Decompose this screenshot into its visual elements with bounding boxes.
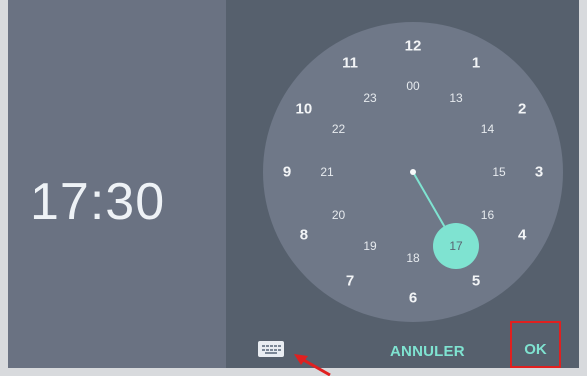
hour-option[interactable]: 15	[492, 165, 505, 179]
time-picker-dialog: 17:30 12 1 2 3 4 5 6 7 8 9 10 11 00 13 14 15 16 17 18 19 20 2…	[8, 0, 579, 368]
ok-button[interactable]: OK	[510, 321, 561, 368]
hour-option[interactable]: 9	[283, 164, 291, 181]
hour-option[interactable]: 23	[363, 91, 376, 105]
clock-center-dot	[410, 169, 416, 175]
hour-option[interactable]: 5	[472, 273, 480, 290]
hour-option[interactable]: 11	[342, 54, 358, 71]
hour-option[interactable]: 22	[332, 122, 345, 136]
hour-option[interactable]: 1	[472, 54, 480, 71]
selected-time-display[interactable]: 17:30	[30, 172, 165, 232]
hour-option[interactable]: 16	[481, 208, 494, 222]
ok-button-label: OK	[524, 341, 547, 358]
hour-option[interactable]: 10	[296, 101, 313, 118]
hour-option[interactable]: 13	[449, 91, 462, 105]
clock-panel: 12 1 2 3 4 5 6 7 8 9 10 11 00 13 14 15 16 17 18 19 20 21 22 23	[226, 0, 579, 368]
hour-option[interactable]: 7	[346, 273, 354, 290]
hour-option[interactable]: 18	[406, 251, 419, 265]
hour-option[interactable]: 19	[363, 239, 376, 253]
hour-option[interactable]: 3	[535, 164, 543, 181]
cancel-button[interactable]: ANNULER	[390, 343, 465, 360]
hour-option[interactable]: 2	[518, 101, 526, 118]
hour-option[interactable]: 8	[300, 227, 308, 244]
hour-option[interactable]: 17	[449, 239, 462, 253]
hour-option[interactable]: 14	[481, 122, 494, 136]
hour-option[interactable]: 12	[405, 38, 422, 55]
hour-option[interactable]: 00	[406, 79, 419, 93]
keyboard-icon[interactable]	[258, 341, 284, 357]
annotation-arrow-icon	[294, 354, 331, 376]
clock-face[interactable]: 12 1 2 3 4 5 6 7 8 9 10 11 00 13 14 15 16 17 18 19 20 21 22 23	[263, 22, 563, 322]
hour-option[interactable]: 4	[518, 227, 526, 244]
time-header-panel: 17:30	[8, 0, 226, 368]
hour-option[interactable]: 6	[409, 290, 417, 307]
hour-option[interactable]: 20	[332, 208, 345, 222]
hour-option[interactable]: 21	[320, 165, 333, 179]
